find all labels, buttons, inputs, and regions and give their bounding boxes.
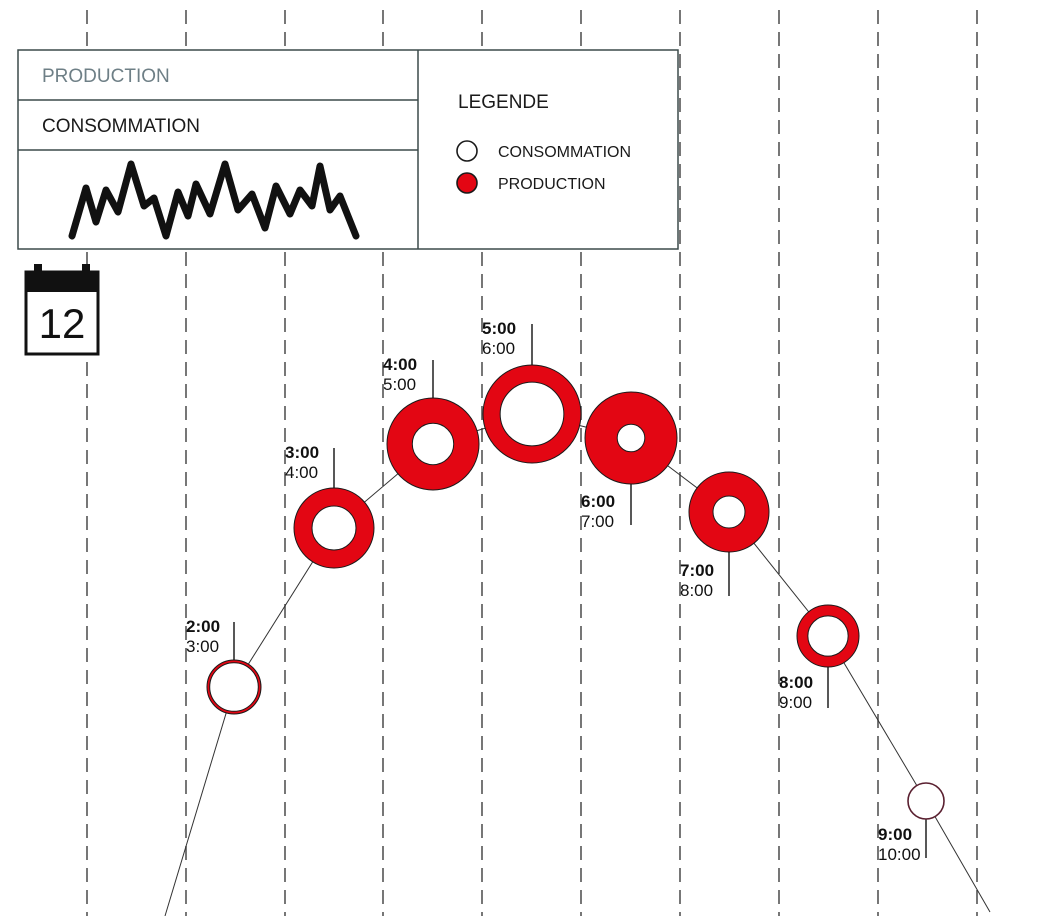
data-point[interactable]: 9:0010:00	[878, 782, 945, 864]
consommation-circle	[807, 615, 849, 657]
tab-production[interactable]: PRODUCTION	[42, 66, 170, 87]
calendar-icon[interactable]: 12	[24, 264, 100, 356]
data-point[interactable]: 3:004:00	[285, 443, 375, 569]
point-label: 9:00	[779, 693, 812, 712]
legend-consommation-icon	[456, 140, 478, 162]
data-point[interactable]: 8:009:00	[779, 604, 860, 712]
header-panel: PRODUCTION CONSOMMATION LEGENDE CONSOMMA…	[17, 49, 679, 250]
data-points: 2:003:003:004:004:005:005:006:006:007:00…	[186, 319, 945, 864]
point-label-bold: 9:00	[878, 825, 912, 844]
point-label-bold: 7:00	[680, 561, 714, 580]
data-point[interactable]: 5:006:00	[482, 319, 582, 464]
legend-production-label: PRODUCTION	[498, 176, 606, 193]
legend-title: LEGENDE	[458, 92, 549, 113]
point-label-bold: 6:00	[581, 492, 615, 511]
data-point[interactable]: 6:007:00	[581, 391, 678, 531]
point-label: 8:00	[680, 581, 713, 600]
consommation-circle	[499, 381, 565, 447]
point-label-bold: 2:00	[186, 617, 220, 636]
point-label: 4:00	[285, 463, 318, 482]
point-label-bold: 5:00	[482, 319, 516, 338]
data-point[interactable]: 4:005:00	[383, 355, 480, 491]
point-label: 10:00	[878, 845, 921, 864]
point-label-bold: 4:00	[383, 355, 417, 374]
legend-consommation-label: CONSOMMATION	[498, 144, 631, 161]
curve-line	[164, 413, 991, 916]
chart-canvas: 2:003:003:004:004:005:005:006:006:007:00…	[17, 10, 991, 916]
consommation-circle	[311, 505, 357, 551]
point-label: 6:00	[482, 339, 515, 358]
production-ring	[907, 782, 945, 820]
point-label: 7:00	[581, 512, 614, 531]
point-label-bold: 3:00	[285, 443, 319, 462]
data-point[interactable]: 7:008:00	[680, 471, 770, 600]
point-label: 5:00	[383, 375, 416, 394]
legend-production-icon	[456, 172, 478, 194]
consommation-circle	[616, 423, 646, 453]
tab-consommation[interactable]: CONSOMMATION	[42, 116, 200, 137]
consommation-circle	[209, 662, 259, 712]
data-point[interactable]: 2:003:00	[186, 617, 262, 715]
point-label-bold: 8:00	[779, 673, 813, 692]
point-label: 3:00	[186, 637, 219, 656]
consommation-circle	[712, 495, 746, 529]
calendar-day: 12	[39, 300, 86, 347]
consommation-circle	[411, 422, 455, 466]
